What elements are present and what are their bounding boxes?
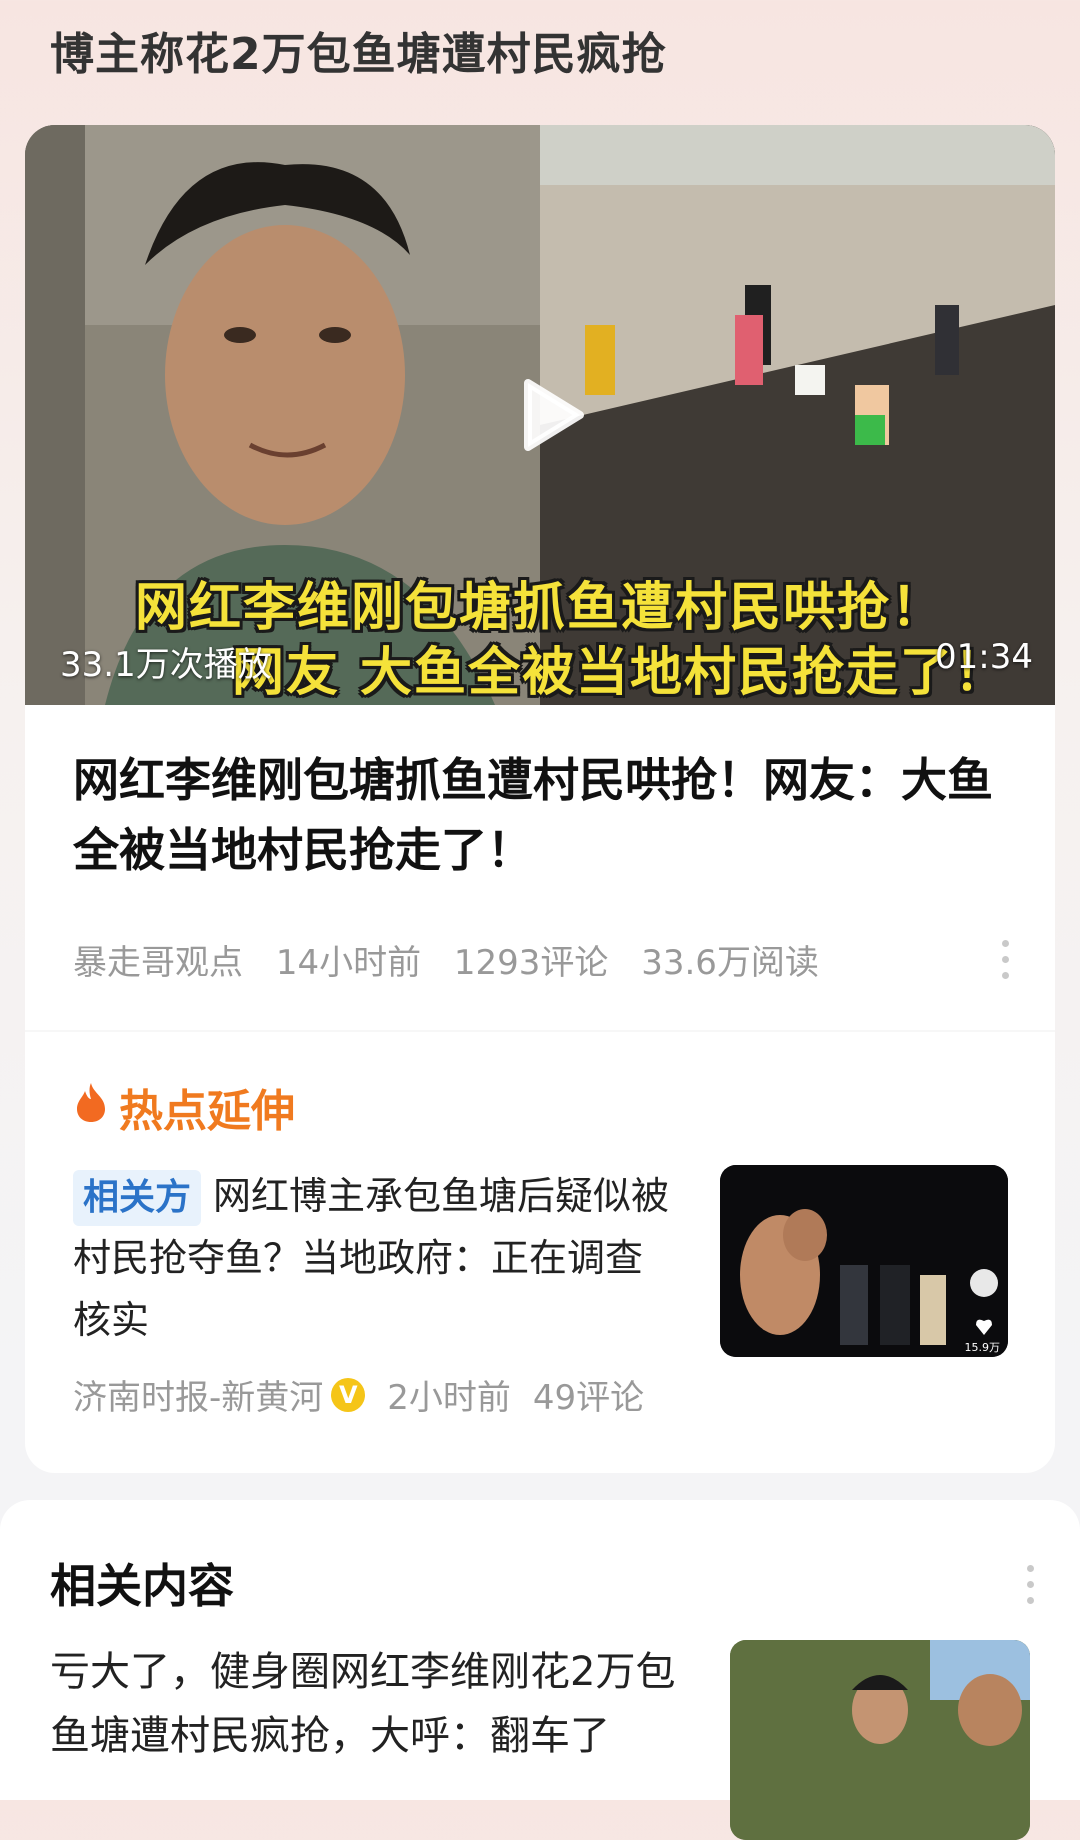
article-title[interactable]: 网红李维刚包塘抓鱼遭村民哄抢！网友：大鱼全被当地村民抢走了！	[73, 745, 1023, 885]
related-item-thumbnail[interactable]	[730, 1640, 1030, 1840]
video-caption-line-1: 网红李维刚包塘抓鱼遭村民哄抢！	[134, 578, 945, 638]
divider	[25, 1030, 1055, 1032]
more-options-icon[interactable]	[1000, 940, 1010, 980]
hot-item-comments: 49评论	[532, 1378, 645, 1418]
video-duration: 01:34	[935, 637, 1033, 677]
hot-item-time: 2小时前	[387, 1378, 511, 1418]
hot-section-header: 热点延伸	[73, 1075, 295, 1139]
article-reads: 33.6万阅读	[641, 943, 819, 983]
hot-item-title[interactable]: 相关方 网红博主承包鱼塘后疑似被村民抢夺鱼？当地政府：正在调查核实	[73, 1165, 673, 1351]
page-headline: 博主称花2万包鱼塘遭村民疯抢	[50, 29, 667, 80]
article-time: 14小时前	[275, 943, 422, 983]
hot-item-meta: 济南时报-新黄河 V 2小时前 49评论	[73, 1370, 644, 1419]
flame-icon	[73, 1081, 109, 1134]
play-icon[interactable]	[510, 375, 590, 455]
related-party-badge: 相关方	[73, 1170, 202, 1226]
article-comments: 1293评论	[453, 943, 609, 983]
article-source[interactable]: 暴走哥观点	[73, 943, 243, 983]
video-player[interactable]: 网红李维刚包塘抓鱼遭村民哄抢！ 网友 大鱼全被当地村民抢走了！ 33.1万次播放…	[25, 125, 1055, 705]
article-meta: 暴走哥观点 14小时前 1293评论 33.6万阅读	[73, 935, 841, 984]
related-content-title: 相关内容	[50, 1559, 234, 1613]
play-count: 33.1万次播放	[60, 645, 272, 685]
related-more-options-icon[interactable]	[1025, 1565, 1035, 1605]
related-item-title[interactable]: 亏大了，健身圈网红李维刚花2万包鱼塘遭村民疯抢，大呼：翻车了	[50, 1640, 690, 1768]
thumb-like-count: 15.9万	[964, 1341, 1001, 1354]
related-content-card: 相关内容 亏大了，健身圈网红李维刚花2万包鱼塘遭村民疯抢，大呼：翻车了	[0, 1500, 1080, 1840]
article-card: 网红李维刚包塘抓鱼遭村民哄抢！ 网友 大鱼全被当地村民抢走了！ 33.1万次播放…	[25, 125, 1055, 1473]
verified-icon: V	[331, 1377, 366, 1412]
hot-item-thumbnail[interactable]: 15.9万	[720, 1165, 1008, 1357]
hot-section-title: 热点延伸	[119, 1086, 295, 1137]
hot-item-source[interactable]: 济南时报-新黄河	[73, 1370, 323, 1419]
